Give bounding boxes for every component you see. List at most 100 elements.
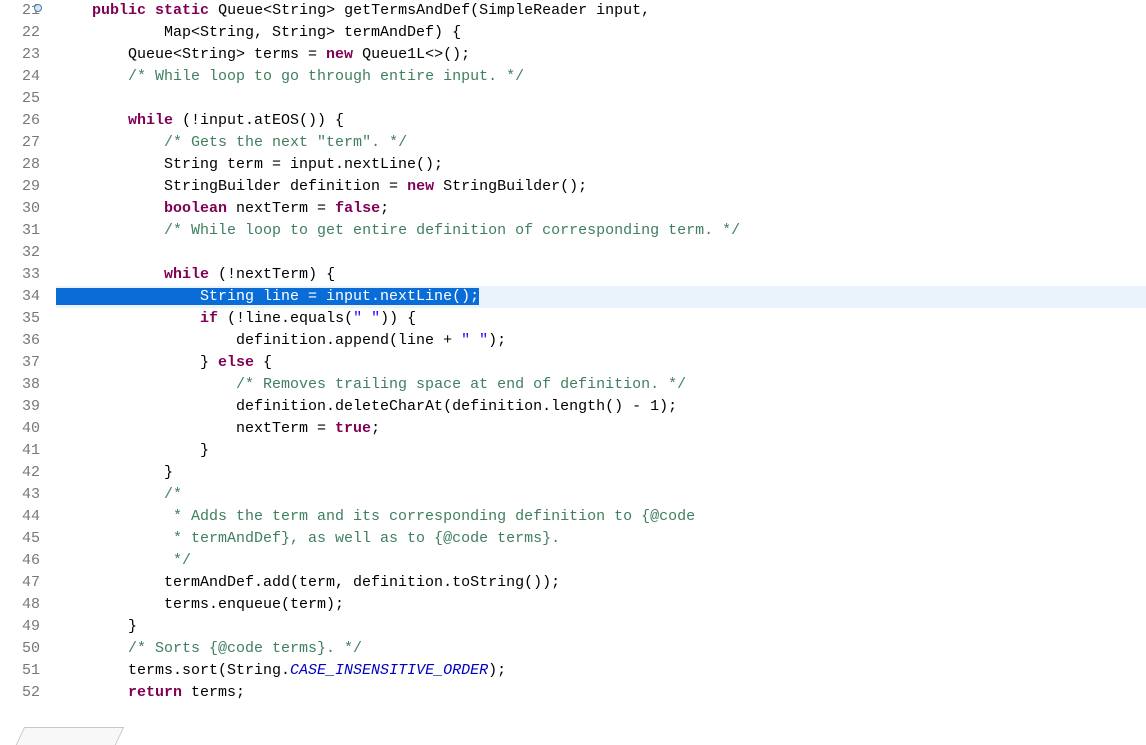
code-line[interactable]: definition.deleteCharAt(definition.lengt… <box>56 396 1146 418</box>
code-line[interactable]: boolean nextTerm = false; <box>56 198 1146 220</box>
code-line[interactable]: terms.sort(String.CASE_INSENSITIVE_ORDER… <box>56 660 1146 682</box>
code-token <box>56 68 128 85</box>
editor-tab-handle[interactable] <box>16 727 124 745</box>
code-line[interactable]: /* While loop to get entire definition o… <box>56 220 1146 242</box>
code-token: * termAndDef}, as well as to {@code term… <box>56 530 560 547</box>
code-token <box>56 376 236 393</box>
code-line[interactable] <box>56 242 1146 264</box>
line-number: 26 <box>0 110 40 132</box>
code-token: new <box>407 178 434 195</box>
override-marker-icon <box>34 4 42 12</box>
line-number: 51 <box>0 660 40 682</box>
code-line[interactable]: if (!line.equals(" ")) { <box>56 308 1146 330</box>
line-number: 23 <box>0 44 40 66</box>
code-line[interactable]: terms.enqueue(term); <box>56 594 1146 616</box>
code-token <box>56 134 164 151</box>
code-token: String term = input.nextLine(); <box>56 156 443 173</box>
code-line[interactable]: StringBuilder definition = new StringBui… <box>56 176 1146 198</box>
code-line[interactable]: definition.append(line + " "); <box>56 330 1146 352</box>
code-token <box>56 266 164 283</box>
code-token: terms; <box>182 684 245 701</box>
line-number: 44 <box>0 506 40 528</box>
code-line[interactable]: */ <box>56 550 1146 572</box>
code-token: StringBuilder(); <box>434 178 587 195</box>
code-line[interactable]: /* While loop to go through entire input… <box>56 66 1146 88</box>
code-line[interactable]: String line = input.nextLine(); <box>56 286 1146 308</box>
line-number: 28 <box>0 154 40 176</box>
code-line[interactable]: while (!nextTerm) { <box>56 264 1146 286</box>
code-token: " " <box>353 310 380 327</box>
code-line[interactable]: } <box>56 462 1146 484</box>
line-number: 40 <box>0 418 40 440</box>
code-line[interactable]: * termAndDef}, as well as to {@code term… <box>56 528 1146 550</box>
code-line[interactable]: /* <box>56 484 1146 506</box>
code-token: terms.sort(String. <box>56 662 290 679</box>
line-number: 32 <box>0 242 40 264</box>
line-number: 30 <box>0 198 40 220</box>
line-number-gutter: 2122232425262728293031323334353637383940… <box>0 0 46 745</box>
code-token: ; <box>371 420 380 437</box>
code-line[interactable]: } <box>56 616 1146 638</box>
code-line[interactable]: /* Removes trailing space at end of defi… <box>56 374 1146 396</box>
code-line[interactable]: } <box>56 440 1146 462</box>
code-token: false <box>335 200 380 217</box>
code-token: definition.deleteCharAt(definition.lengt… <box>56 398 677 415</box>
code-token: ); <box>488 332 506 349</box>
line-number: 25 <box>0 88 40 110</box>
code-line[interactable]: * Adds the term and its corresponding de… <box>56 506 1146 528</box>
code-token: (!line.equals( <box>218 310 353 327</box>
line-number: 52 <box>0 682 40 704</box>
code-token: /* Gets the next "term". */ <box>164 134 407 151</box>
line-number: 39 <box>0 396 40 418</box>
code-token: Queue1L<>(); <box>353 46 470 63</box>
code-token <box>56 222 164 239</box>
code-token <box>146 2 155 19</box>
code-token: static <box>155 2 209 19</box>
code-token: if <box>200 310 218 327</box>
code-token: /* While loop to go through entire input… <box>128 68 524 85</box>
line-number: 45 <box>0 528 40 550</box>
code-line[interactable]: termAndDef.add(term, definition.toString… <box>56 572 1146 594</box>
code-line[interactable]: return terms; <box>56 682 1146 704</box>
code-line[interactable]: /* Gets the next "term". */ <box>56 132 1146 154</box>
code-line[interactable]: Map<String, String> termAndDef) { <box>56 22 1146 44</box>
line-number: 34 <box>0 286 40 308</box>
code-token: } <box>56 354 218 371</box>
code-line[interactable]: nextTerm = true; <box>56 418 1146 440</box>
code-token <box>56 112 128 129</box>
code-token: } <box>56 442 209 459</box>
code-token: )) { <box>380 310 416 327</box>
code-line[interactable]: public static Queue<String> getTermsAndD… <box>56 0 1146 22</box>
code-line[interactable]: /* Sorts {@code terms}. */ <box>56 638 1146 660</box>
code-line[interactable]: while (!input.atEOS()) { <box>56 110 1146 132</box>
line-number: 35 <box>0 308 40 330</box>
code-token: termAndDef.add(term, definition.toString… <box>56 574 560 591</box>
code-token <box>56 2 92 19</box>
code-token: ; <box>380 200 389 217</box>
code-token: */ <box>56 552 191 569</box>
code-line[interactable]: } else { <box>56 352 1146 374</box>
code-token <box>56 200 164 217</box>
line-number: 49 <box>0 616 40 638</box>
code-line[interactable]: Queue<String> terms = new Queue1L<>(); <box>56 44 1146 66</box>
code-area[interactable]: public static Queue<String> getTermsAndD… <box>46 0 1146 745</box>
code-token: definition.append(line + <box>56 332 461 349</box>
code-line[interactable]: String term = input.nextLine(); <box>56 154 1146 176</box>
code-token: terms.enqueue(term); <box>56 596 344 613</box>
code-token: public <box>92 2 146 19</box>
line-number: 41 <box>0 440 40 462</box>
line-number: 50 <box>0 638 40 660</box>
code-editor[interactable]: 2122232425262728293031323334353637383940… <box>0 0 1146 745</box>
code-token: true <box>335 420 371 437</box>
line-number: 22 <box>0 22 40 44</box>
code-token: } <box>56 464 173 481</box>
line-number: 46 <box>0 550 40 572</box>
line-number: 29 <box>0 176 40 198</box>
line-number: 48 <box>0 594 40 616</box>
code-line[interactable] <box>56 88 1146 110</box>
code-token: /* <box>164 486 182 503</box>
line-number: 31 <box>0 220 40 242</box>
line-number: 43 <box>0 484 40 506</box>
code-token: while <box>164 266 209 283</box>
code-token: new <box>326 46 353 63</box>
